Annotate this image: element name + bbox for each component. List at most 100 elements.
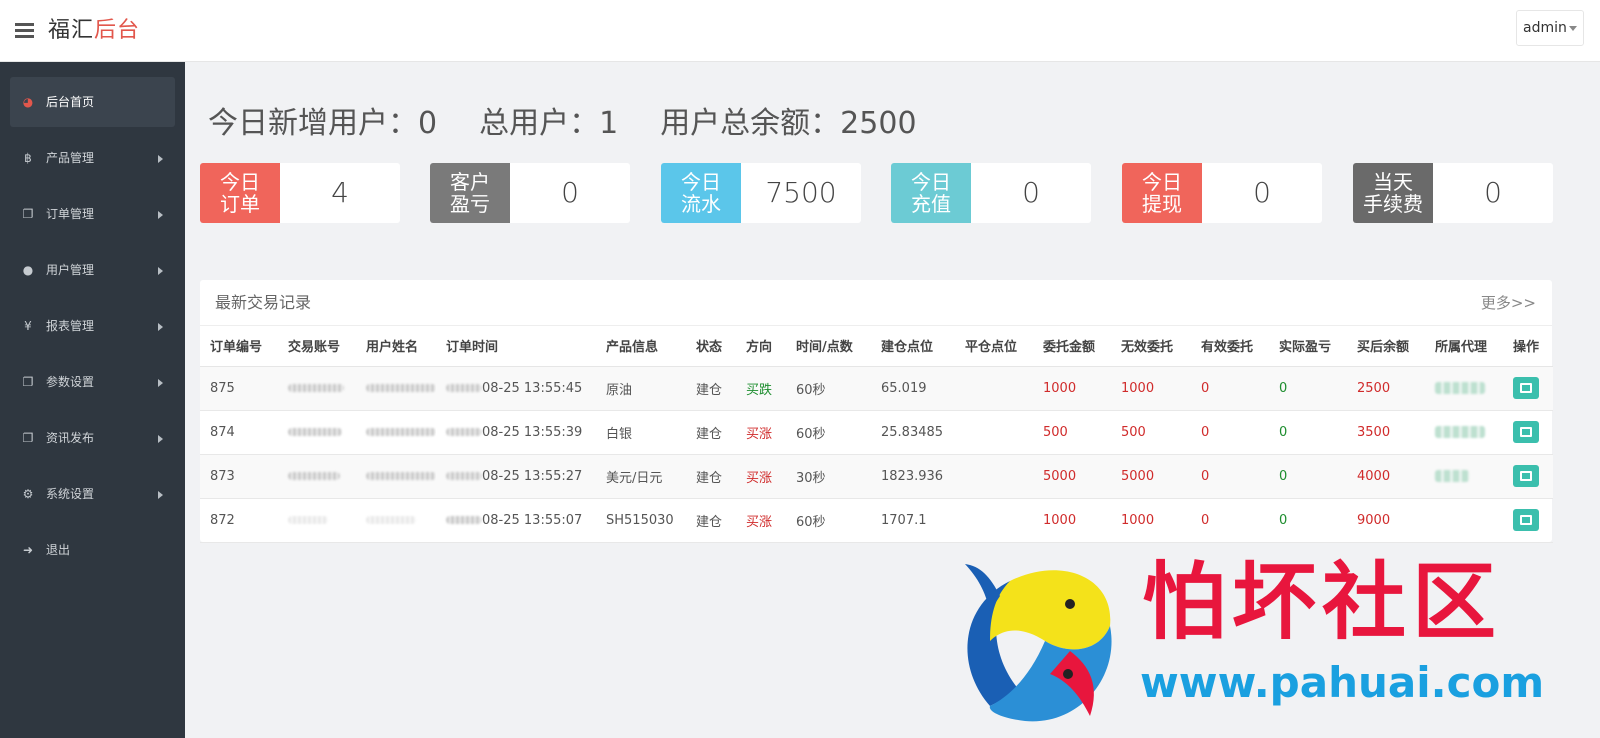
total-users-text: 总用户：1 — [479, 106, 619, 141]
invalid-amount: 1000 — [1111, 366, 1191, 411]
actions — [1503, 498, 1553, 543]
more-link[interactable]: 更多>> — [1481, 293, 1536, 313]
blurred-name — [366, 384, 436, 392]
yen-icon: ¥ — [24, 319, 32, 333]
blurred-agent — [1435, 382, 1485, 394]
amount: 5000 — [1033, 454, 1111, 499]
sidebar-item-logout[interactable]: ➜ 退出 — [10, 525, 175, 575]
blurred-account — [288, 472, 340, 480]
view-order-button[interactable] — [1513, 377, 1539, 399]
user-summary: 今日新增用户：0 总用户：1 用户总余额：2500 — [208, 104, 959, 144]
caret-right-icon — [158, 435, 163, 443]
blurred-account — [288, 516, 328, 524]
close-price — [955, 410, 1033, 455]
watermark-text: 怕坏社区 — [1142, 552, 1503, 651]
latest-trades-panel: 最新交易记录 更多>> 订单编号 交易账号 用户姓名 订单时间 产品信息 状态 … — [200, 280, 1553, 543]
valid-amount: 0 — [1191, 498, 1269, 543]
caret-right-icon — [158, 267, 163, 275]
stat-value: 0 — [1022, 176, 1040, 209]
column-header: 操作 — [1503, 326, 1553, 367]
column-header: 委托金额 — [1033, 326, 1111, 367]
column-header: 平仓点位 — [955, 326, 1033, 367]
blurred-name — [366, 472, 436, 480]
stat-label: 当天 手续费 — [1353, 163, 1433, 223]
blurred-year — [446, 472, 482, 480]
view-order-button[interactable] — [1513, 421, 1539, 443]
status: 建仓 — [686, 366, 736, 411]
product: SH515030 — [596, 498, 686, 543]
blurred-agent — [1435, 426, 1485, 438]
product: 美元/日元 — [596, 454, 686, 499]
direction: 买涨 — [736, 498, 786, 543]
agent — [1425, 498, 1503, 543]
total-balance-text: 用户总余额：2500 — [660, 106, 917, 141]
close-price — [955, 454, 1033, 499]
status: 建仓 — [686, 498, 736, 543]
close-price — [955, 366, 1033, 411]
column-header: 实际盈亏 — [1269, 326, 1347, 367]
view-order-button[interactable] — [1513, 465, 1539, 487]
view-order-button[interactable] — [1513, 509, 1539, 531]
sign-out-icon: ➜ — [22, 543, 34, 557]
stat-value: 7500 — [765, 176, 837, 209]
caret-right-icon — [158, 155, 163, 163]
valid-amount: 0 — [1191, 454, 1269, 499]
pnl: 0 — [1269, 454, 1347, 499]
agent — [1425, 454, 1503, 499]
stat-card-today-flow: 今日 流水 7500 — [661, 163, 861, 223]
sidebar-item-reports[interactable]: ¥ 报表管理 — [10, 301, 175, 351]
caret-right-icon — [158, 323, 163, 331]
sidebar-item-orders[interactable]: ❐ 订单管理 — [10, 189, 175, 239]
caret-right-icon — [158, 491, 163, 499]
blurred-name — [366, 516, 416, 524]
trade-account — [278, 454, 356, 499]
hamburger-menu-icon[interactable] — [15, 23, 34, 38]
stat-label: 今日 订单 — [200, 163, 280, 223]
user-name — [356, 366, 436, 411]
brand-red: 后台 — [94, 18, 141, 43]
column-header: 交易账号 — [278, 326, 356, 367]
order-time: 08-25 13:55:27 — [436, 454, 596, 499]
column-header: 所属代理 — [1425, 326, 1503, 367]
balance: 9000 — [1347, 498, 1425, 543]
agent — [1425, 366, 1503, 411]
user-icon: ● — [22, 263, 34, 277]
dashboard-icon: ◕ — [22, 95, 34, 109]
panel-title: 最新交易记录 — [215, 293, 312, 312]
sidebar-item-news[interactable]: ❐ 资讯发布 — [10, 413, 175, 463]
panel-header: 最新交易记录 更多>> — [200, 280, 1552, 326]
sidebar-item-products[interactable]: ฿ 产品管理 — [10, 133, 175, 183]
caret-right-icon — [158, 211, 163, 219]
column-header: 订单时间 — [436, 326, 596, 367]
user-dropdown[interactable]: admin — [1516, 10, 1584, 46]
sidebar-item-system[interactable]: ⚙ 系统设置 — [10, 469, 175, 519]
sidebar-item-label: 资讯发布 — [46, 431, 95, 445]
invalid-amount: 500 — [1111, 410, 1191, 455]
user-name — [356, 498, 436, 543]
sidebar-item-params[interactable]: ❐ 参数设置 — [10, 357, 175, 407]
duration: 60秒 — [786, 410, 871, 455]
top-bar: 福汇后台 admin — [0, 0, 1600, 62]
sidebar-item-users[interactable]: ● 用户管理 — [10, 245, 175, 295]
order-time: 08-25 13:55:39 — [436, 410, 596, 455]
sidebar-item-dashboard[interactable]: ◕ 后台首页 — [10, 77, 175, 127]
order-id: 872 — [200, 498, 278, 543]
order-id: 875 — [200, 366, 278, 411]
invalid-amount: 5000 — [1111, 454, 1191, 499]
amount: 1000 — [1033, 498, 1111, 543]
sidebar-item-label: 后台首页 — [46, 95, 95, 109]
valid-amount: 0 — [1191, 366, 1269, 411]
column-header: 订单编号 — [200, 326, 278, 367]
trade-account — [278, 410, 356, 455]
actions — [1503, 410, 1553, 455]
blurred-year — [446, 428, 482, 436]
product: 白银 — [596, 410, 686, 455]
gears-icon: ⚙ — [22, 487, 34, 501]
order-time: 08-25 13:55:45 — [436, 366, 596, 411]
pnl: 0 — [1269, 410, 1347, 455]
status: 建仓 — [686, 454, 736, 499]
duration: 60秒 — [786, 366, 871, 411]
stat-label: 今日 提现 — [1122, 163, 1202, 223]
copy-icon: ❐ — [22, 207, 34, 221]
agent — [1425, 410, 1503, 455]
